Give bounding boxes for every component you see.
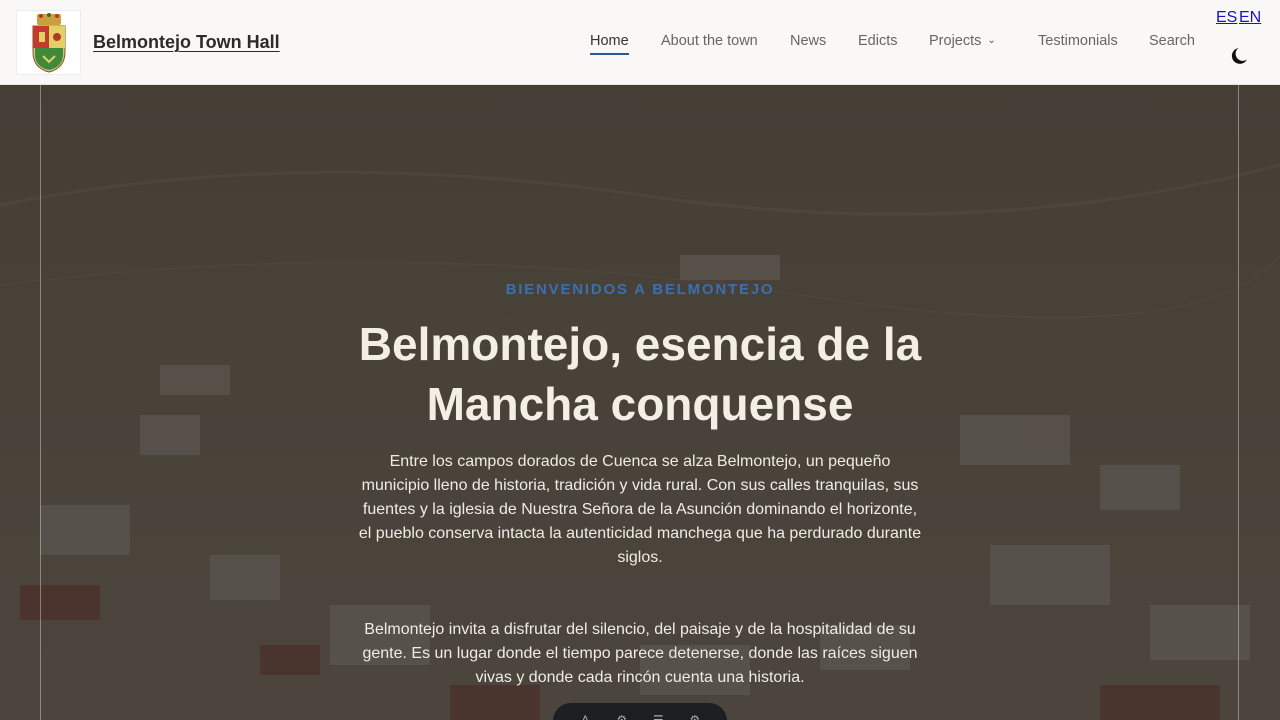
settings-icon[interactable]: ⚙ [685,713,705,720]
nav-home[interactable]: Home [590,33,629,55]
coat-of-arms-logo[interactable] [16,10,81,75]
coat-of-arms-icon [32,12,65,73]
nav-projects-label: Projects [929,33,982,49]
nav-news[interactable]: News [790,33,826,49]
moon-icon[interactable] [1228,44,1252,68]
floating-toolbar: A ⚙ ☰ ⚙ [553,703,727,720]
chevron-down-icon: ⌄ [987,35,996,46]
frame-line-left [40,85,41,720]
hero-title: Belmontejo, esencia de la Mancha conquen… [358,318,922,430]
site-header: Belmontejo Town Hall Home About the town… [0,0,1280,85]
lang-es-link[interactable]: ES [1216,9,1237,27]
nav-edicts[interactable]: Edicts [858,33,898,49]
lang-en-link[interactable]: EN [1239,9,1261,27]
hero-paragraph-2: Belmontejo invita a disfrutar del silenc… [362,621,918,686]
nav-search[interactable]: Search [1149,33,1195,49]
nav-projects[interactable]: Projects ⌄ [929,33,996,49]
text-size-icon[interactable]: A [575,713,595,720]
site-title[interactable]: Belmontejo Town Hall [93,32,280,53]
hero-paragraph-1: Entre los campos dorados de Cuenca se al… [358,453,922,566]
tool-icon[interactable]: ⚙ [612,713,632,720]
nav-about[interactable]: About the town [661,33,758,49]
menu-icon[interactable]: ☰ [648,713,668,720]
nav-testimonials[interactable]: Testimonials [1038,33,1118,49]
hero-eyebrow: BIENVENIDOS A BELMONTEJO [505,281,775,298]
hero-section: BIENVENIDOS A BELMONTEJO Belmontejo, ese… [0,85,1280,720]
frame-line-right [1238,85,1239,720]
